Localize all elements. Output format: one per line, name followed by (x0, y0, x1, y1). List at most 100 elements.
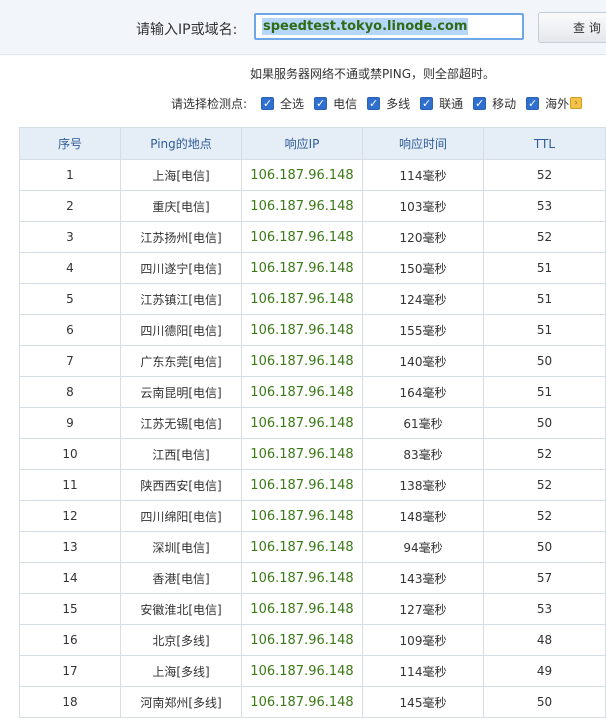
table-row: 11 陕西西安[电信] 106.187.96.148 138毫秒 52 (19, 469, 606, 501)
cell-response-time: 103毫秒 (362, 190, 484, 222)
node-option-label: 移动 (492, 96, 517, 111)
table-row: 7 广东东莞[电信] 106.187.96.148 140毫秒 50 (19, 345, 606, 377)
cell-index: 5 (19, 283, 121, 315)
cell-response-time: 145毫秒 (362, 686, 484, 718)
cell-ttl: 52 (483, 469, 606, 501)
cell-index: 3 (19, 221, 121, 253)
expand-icon[interactable]: › (570, 97, 583, 109)
table-row: 5 江苏镇江[电信] 106.187.96.148 124毫秒 51 (19, 283, 606, 315)
cell-index: 7 (19, 345, 121, 377)
cell-index: 16 (19, 624, 121, 656)
checkbox-checked-icon[interactable]: ✓ (473, 96, 487, 110)
cell-location: 广东东莞[电信] (120, 345, 242, 377)
checkbox-checked-icon[interactable]: ✓ (367, 96, 381, 110)
table-row: 6 四川德阳[电信] 106.187.96.148 155毫秒 51 (19, 314, 606, 346)
cell-index: 10 (19, 438, 121, 470)
cell-location: 深圳[电信] (120, 531, 242, 563)
cell-location: 四川绵阳[电信] (120, 500, 242, 532)
cell-index: 11 (19, 469, 121, 501)
ip-input-value[interactable]: speedtest.tokyo.linode.com (262, 18, 469, 35)
cell-response-ip: 106.187.96.148 (241, 624, 363, 656)
ip-input[interactable]: speedtest.tokyo.linode.com (254, 13, 524, 40)
node-option-multiline[interactable]: ✓ 多线 (367, 95, 410, 112)
table-row: 15 安徽淮北[电信] 106.187.96.148 127毫秒 53 (19, 593, 606, 625)
cell-index: 12 (19, 500, 121, 532)
cell-location: 四川遂宁[电信] (120, 252, 242, 284)
cell-ttl: 50 (483, 686, 606, 718)
cell-response-time: 61毫秒 (362, 407, 484, 439)
cell-response-ip: 106.187.96.148 (241, 252, 363, 284)
header-ttl: TTL (483, 127, 606, 160)
node-option-mobile[interactable]: ✓ 移动 (473, 95, 516, 112)
cell-ttl: 52 (483, 221, 606, 253)
cell-index: 8 (19, 376, 121, 408)
cell-response-ip: 106.187.96.148 (241, 345, 363, 377)
cell-ttl: 53 (483, 190, 606, 222)
cell-ttl: 53 (483, 593, 606, 625)
node-option-all[interactable]: ✓ 全选 (261, 95, 304, 112)
cell-ttl: 52 (483, 159, 606, 191)
cell-response-time: 138毫秒 (362, 469, 484, 501)
cell-response-time: 155毫秒 (362, 314, 484, 346)
header-index: 序号 (19, 127, 121, 160)
table-row: 18 河南郑州[多线] 106.187.96.148 145毫秒 50 (19, 686, 606, 718)
query-button[interactable]: 查 询 (538, 12, 606, 43)
cell-index: 15 (19, 593, 121, 625)
header-location: Ping的地点 (120, 127, 242, 160)
checkbox-checked-icon[interactable]: ✓ (314, 96, 328, 110)
checkbox-checked-icon[interactable]: ✓ (420, 96, 434, 110)
cell-ttl: 51 (483, 376, 606, 408)
table-row: 4 四川遂宁[电信] 106.187.96.148 150毫秒 51 (19, 252, 606, 284)
cell-location: 江苏扬州[电信] (120, 221, 242, 253)
cell-response-time: 83毫秒 (362, 438, 484, 470)
cell-index: 4 (19, 252, 121, 284)
table-row: 17 上海[多线] 106.187.96.148 114毫秒 49 (19, 655, 606, 687)
cell-index: 1 (19, 159, 121, 191)
node-option-unicom[interactable]: ✓ 联通 (420, 95, 463, 112)
cell-response-ip: 106.187.96.148 (241, 159, 363, 191)
cell-response-time: 120毫秒 (362, 221, 484, 253)
cell-ttl: 52 (483, 500, 606, 532)
cell-location: 上海[电信] (120, 159, 242, 191)
header-response-time: 响应时间 (362, 127, 484, 160)
node-option-telecom[interactable]: ✓ 电信 (314, 95, 357, 112)
cell-location: 北京[多线] (120, 624, 242, 656)
cell-location: 四川德阳[电信] (120, 314, 242, 346)
cell-index: 9 (19, 407, 121, 439)
table-row: 10 江西[电信] 106.187.96.148 83毫秒 52 (19, 438, 606, 470)
cell-response-ip: 106.187.96.148 (241, 562, 363, 594)
cell-response-ip: 106.187.96.148 (241, 500, 363, 532)
table-row: 2 重庆[电信] 106.187.96.148 103毫秒 53 (19, 190, 606, 222)
cell-ttl: 50 (483, 407, 606, 439)
cell-response-ip: 106.187.96.148 (241, 190, 363, 222)
cell-location: 上海[多线] (120, 655, 242, 687)
node-option-overseas[interactable]: ✓ 海外 › (526, 95, 583, 112)
cell-index: 6 (19, 314, 121, 346)
notice-text: 如果服务器网络不通或禁PING，则全部超时。 (250, 67, 496, 81)
cell-response-ip: 106.187.96.148 (241, 376, 363, 408)
cell-index: 14 (19, 562, 121, 594)
cell-response-time: 114毫秒 (362, 159, 484, 191)
table-row: 9 江苏无锡[电信] 106.187.96.148 61毫秒 50 (19, 407, 606, 439)
cell-response-ip: 106.187.96.148 (241, 314, 363, 346)
cell-index: 18 (19, 686, 121, 718)
cell-response-time: 148毫秒 (362, 500, 484, 532)
cell-response-ip: 106.187.96.148 (241, 469, 363, 501)
cell-response-time: 94毫秒 (362, 531, 484, 563)
cell-ttl: 49 (483, 655, 606, 687)
table-row: 3 江苏扬州[电信] 106.187.96.148 120毫秒 52 (19, 221, 606, 253)
checkbox-checked-icon[interactable]: ✓ (526, 96, 540, 110)
cell-response-time: 124毫秒 (362, 283, 484, 315)
ip-input-label: 请输入IP或域名: (136, 22, 238, 38)
table-row: 8 云南昆明[电信] 106.187.96.148 164毫秒 51 (19, 376, 606, 408)
cell-location: 河南郑州[多线] (120, 686, 242, 718)
checkbox-checked-icon[interactable]: ✓ (261, 96, 275, 110)
cell-ttl: 48 (483, 624, 606, 656)
ping-results-table: 序号 Ping的地点 响应IP 响应时间 TTL 1 上海[电信] 106.187.… (19, 127, 606, 718)
cell-location: 香港[电信] (120, 562, 242, 594)
node-option-label: 多线 (386, 96, 411, 111)
cell-index: 2 (19, 190, 121, 222)
cell-location: 安徽淮北[电信] (120, 593, 242, 625)
cell-response-time: 127毫秒 (362, 593, 484, 625)
cell-index: 13 (19, 531, 121, 563)
